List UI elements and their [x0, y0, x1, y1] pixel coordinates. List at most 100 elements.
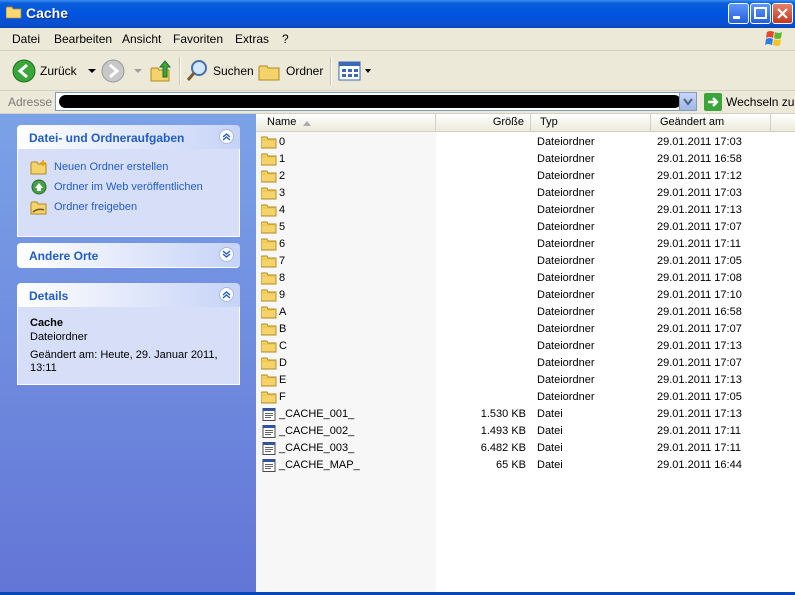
folders-button[interactable]: Ordner	[258, 57, 323, 85]
menu-bearbeiten[interactable]: Bearbeiten	[54, 32, 112, 46]
file-modified: 29.01.2011 17:07	[657, 357, 742, 369]
folder-row[interactable]: A Dateiordner 29.01.2011 16:58	[256, 304, 795, 321]
shared-folder-icon	[30, 201, 47, 215]
folder-icon	[261, 255, 277, 268]
column-header-name[interactable]: Name	[256, 114, 436, 131]
close-button[interactable]	[772, 3, 793, 24]
file-row[interactable]: _CACHE_MAP_ 65 KB Datei 29.01.2011 16:44	[256, 457, 795, 474]
folder-row[interactable]: 8 Dateiordner 29.01.2011 17:08	[256, 270, 795, 287]
column-label: Typ	[540, 116, 558, 128]
folder-row[interactable]: 5 Dateiordner 29.01.2011 17:07	[256, 219, 795, 236]
folder-row[interactable]: 7 Dateiordner 29.01.2011 17:05	[256, 253, 795, 270]
folder-row[interactable]: 0 Dateiordner 29.01.2011 17:03	[256, 134, 795, 151]
globe-icon	[31, 179, 47, 195]
file-row[interactable]: _CACHE_003_ 6.482 KB Datei 29.01.2011 17:11	[256, 440, 795, 457]
file-type: Dateiordner	[537, 238, 595, 250]
file-name: B	[279, 323, 287, 335]
go-button[interactable]: Wechseln zu	[704, 93, 794, 111]
panel-header[interactable]: Datei- und Ordneraufgaben	[17, 125, 240, 149]
file-list[interactable]: Name Größe Typ Geändert am 0 Dateiordner 2…	[256, 114, 795, 592]
folder-row[interactable]: 9 Dateiordner 29.01.2011 17:10	[256, 287, 795, 304]
address-value-redacted[interactable]	[59, 95, 681, 108]
folder-icon	[261, 153, 277, 166]
back-button[interactable]: Zurück	[12, 57, 97, 85]
dropdown-arrow-icon[interactable]	[364, 67, 372, 75]
search-button[interactable]: Suchen	[185, 57, 254, 85]
folder-row[interactable]: 6 Dateiordner 29.01.2011 17:11	[256, 236, 795, 253]
collapse-icon[interactable]	[219, 129, 234, 144]
file-size: 65 KB	[496, 459, 526, 471]
file-modified: 29.01.2011 17:10	[657, 289, 742, 301]
column-header-modified[interactable]: Geändert am	[651, 114, 771, 131]
toolbar-separator	[179, 57, 181, 85]
views-icon	[338, 61, 361, 81]
folder-row[interactable]: B Dateiordner 29.01.2011 17:07	[256, 321, 795, 338]
file-modified: 29.01.2011 17:13	[657, 374, 742, 386]
folder-row[interactable]: E Dateiordner 29.01.2011 17:13	[256, 372, 795, 389]
search-icon	[186, 60, 207, 81]
folder-icon	[261, 323, 277, 336]
folder-row[interactable]: 1 Dateiordner 29.01.2011 16:58	[256, 151, 795, 168]
file-name: 6	[279, 238, 286, 250]
up-folder-button[interactable]	[149, 57, 173, 85]
title-bar[interactable]: Cache	[0, 0, 795, 28]
go-arrow-icon	[704, 93, 722, 111]
go-label: Wechseln zu	[726, 95, 795, 109]
folder-row[interactable]: 2 Dateiordner 29.01.2011 17:12	[256, 168, 795, 185]
task-label: Ordner im Web veröffentlichen	[54, 181, 203, 193]
file-type: Dateiordner	[537, 289, 595, 301]
folder-row[interactable]: C Dateiordner 29.01.2011 17:13	[256, 338, 795, 355]
panel-header[interactable]: Andere Orte	[17, 243, 240, 268]
expand-icon[interactable]	[219, 247, 234, 262]
folder-icon	[261, 187, 277, 200]
folder-row[interactable]: F Dateiordner 29.01.2011 17:05	[256, 389, 795, 406]
publish-web-task[interactable]: Ordner im Web veröffentlichen	[30, 179, 203, 195]
file-type: Dateiordner	[537, 340, 595, 352]
menu-datei[interactable]: Datei	[12, 32, 40, 46]
column-header-type[interactable]: Typ	[531, 114, 651, 131]
folder-row[interactable]: D Dateiordner 29.01.2011 17:07	[256, 355, 795, 372]
panel-title: Datei- und Ordneraufgaben	[29, 131, 185, 145]
folder-icon	[6, 6, 22, 19]
folder-icon	[261, 170, 277, 183]
file-modified: 29.01.2011 17:07	[657, 221, 742, 233]
folder-icon	[261, 238, 277, 251]
folder-icon	[261, 136, 277, 149]
dropdown-arrow-icon[interactable]	[87, 67, 97, 75]
address-field[interactable]	[55, 92, 697, 111]
panel-title: Andere Orte	[29, 249, 99, 263]
forward-arrow-icon	[101, 59, 125, 83]
panel-header[interactable]: Details	[17, 283, 240, 307]
folder-row[interactable]: 4 Dateiordner 29.01.2011 17:13	[256, 202, 795, 219]
address-dropdown-button[interactable]	[679, 93, 696, 110]
details-modified: Geändert am: Heute, 29. Januar 2011, 13:…	[30, 349, 218, 374]
views-button[interactable]	[338, 57, 372, 85]
minimize-icon	[733, 16, 740, 19]
new-folder-task[interactable]: Neuen Ordner erstellen	[30, 159, 168, 175]
folder-row[interactable]: 3 Dateiordner 29.01.2011 17:03	[256, 185, 795, 202]
forward-button[interactable]	[101, 57, 143, 85]
file-type: Dateiordner	[537, 374, 595, 386]
file-type: Dateiordner	[537, 136, 595, 148]
file-name: 2	[279, 170, 286, 182]
share-folder-task[interactable]: Ordner freigeben	[30, 199, 137, 215]
close-icon	[777, 8, 788, 19]
file-type: Datei	[537, 459, 563, 471]
collapse-icon[interactable]	[219, 287, 234, 302]
file-type: Datei	[537, 425, 563, 437]
file-type: Dateiordner	[537, 391, 595, 403]
menu-extras[interactable]: Extras	[235, 32, 269, 46]
file-row[interactable]: _CACHE_002_ 1.493 KB Datei 29.01.2011 17:11	[256, 423, 795, 440]
file-row[interactable]: _CACHE_001_ 1.530 KB Datei 29.01.2011 17:13	[256, 406, 795, 423]
menu-favoriten[interactable]: Favoriten	[173, 32, 223, 46]
menu-help[interactable]: ?	[282, 32, 289, 46]
details-type: Dateiordner	[30, 331, 88, 343]
folder-icon	[261, 340, 277, 353]
file-name: 5	[279, 221, 286, 233]
dropdown-arrow-icon[interactable]	[133, 67, 143, 75]
minimize-button[interactable]	[728, 3, 749, 24]
column-header-size[interactable]: Größe	[436, 114, 531, 131]
maximize-button[interactable]	[750, 3, 771, 24]
menu-ansicht[interactable]: Ansicht	[122, 32, 161, 46]
file-modified: 29.01.2011 17:07	[657, 323, 742, 335]
